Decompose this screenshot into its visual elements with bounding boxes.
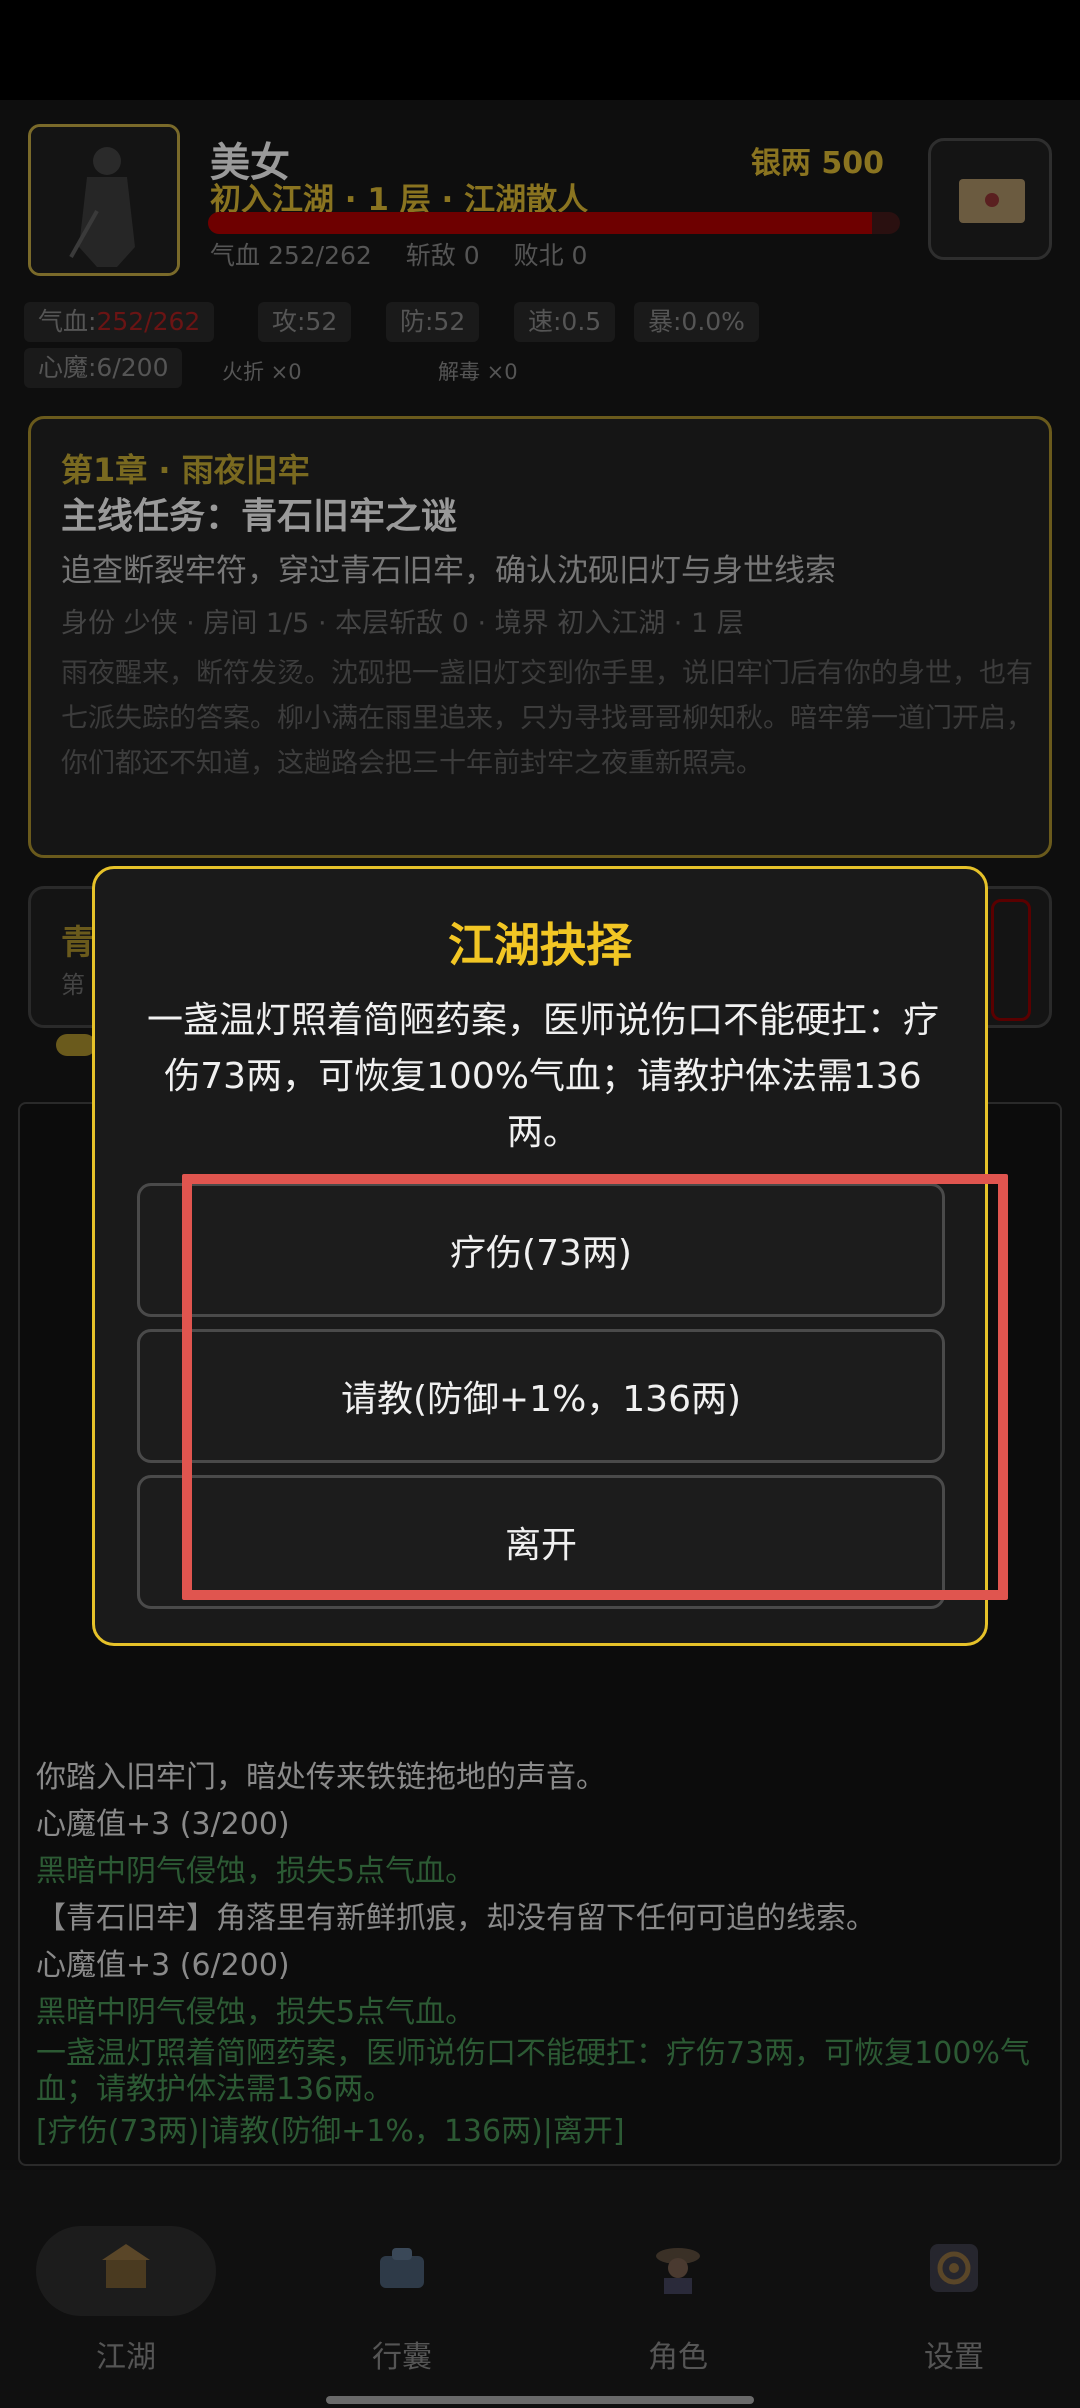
room-progress-bar [56,1034,96,1056]
nav-label-bag: 行囊 [372,2340,432,2375]
learn-defense-button[interactable]: 请教(防御+1%，136两) [137,1329,945,1463]
chip-hp: 气血:252/262 [24,302,215,342]
character-icon [656,2248,700,2294]
silver-count: 银两 500 [750,146,884,181]
main-quest-card: 第1章 · 雨夜旧牢 主线任务：青石旧牢之谜 追查断裂牢符，穿过青石旧牢，确认沈… [28,416,1052,858]
quest-story: 雨夜醒来，断符发烫。沈砚把一盏旧灯交到你手里，说旧牢门后有你的身世，也有七派失踪… [61,658,1033,779]
character-avatar[interactable] [28,124,180,276]
chip-demon: 心魔:6/200 [24,348,183,388]
nav-label-character: 角色 [648,2340,708,2375]
log-line: 一盏温灯照着简陋药案，医师说伤口不能硬扛：疗伤73两，可恢复100%气血；请教护… [36,2036,1030,2107]
jianghu-icon [102,2244,150,2288]
chip-defense: 防:52 [386,302,480,342]
log-line: 你踏入旧牢门，暗处传来铁链拖地的声音。 [36,1760,606,1795]
home-indicator [326,2396,754,2404]
defeats-stat: 败北 0 [513,241,588,270]
dialog-text: 一盏温灯照着简陋药案，医师说伤口不能硬扛：疗伤73两，可恢复100%气血；请教护… [146,1000,939,1153]
log-line: [疗伤(73两)|请教(防御+1%，136两)|离开] [36,2114,625,2149]
chip-crit: 暴:0.0% [634,302,759,342]
choice-dialog: 江湖抉择 一盏温灯照着简陋药案，医师说伤口不能硬扛：疗伤73两，可恢复100%气… [92,866,988,1646]
heal-button[interactable]: 疗伤(73两) [137,1183,945,1317]
chip-attack: 攻:52 [258,302,352,342]
log-line: 黑暗中阴气侵蚀，损失5点气血。 [36,1995,476,2030]
nav-character[interactable]: 角色 [588,2226,768,2376]
nav-jianghu[interactable]: 江湖 [36,2226,216,2376]
player-stats-line: 气血 252/262 斩敌 0 败北 0 [210,236,613,272]
event-log: 你踏入旧牢门，暗处传来铁链拖地的声音。 心魔值+3 (3/200) 黑暗中阴气侵蚀，… [36,1754,1046,2155]
quest-title: 主线任务：青石旧牢之谜 [61,496,458,537]
dialog-title: 江湖抉择 [448,918,632,972]
tag-antidote: 解毒 ×0 [438,360,518,384]
quest-goal: 追查断裂牢符，穿过青石旧牢，确认沈砚旧灯与身世线索 [61,553,836,589]
room-card-sub: 第 [61,971,85,999]
seal-icon [985,193,999,207]
mail-scroll-button[interactable] [928,138,1052,260]
kills-stat: 斩敌 0 [405,241,480,270]
status-bar [0,0,1080,100]
log-line: 黑暗中阴气侵蚀，损失5点气血。 [36,1854,476,1889]
nav-label-jianghu: 江湖 [96,2340,156,2375]
quest-meta: 身份 少侠 · 房间 1/5 · 本层斩敌 0 · 境界 初入江湖 · 1 层 [61,608,744,639]
warrior-portrait-icon [31,127,177,273]
bottom-nav: 江湖 行囊 角色 设置 [0,2170,1080,2408]
room-card-title: 青 [61,923,95,963]
log-line: 心魔值+3 (3/200) [36,1807,290,1842]
settings-icon [930,2244,978,2292]
hp-bar-fill [208,212,873,234]
chip-hp-value: 252/262 [96,307,201,336]
log-line: 心魔值+3 (6/200) [36,1948,290,1983]
tag-fire: 火折 ×0 [222,360,302,384]
bag-icon [380,2248,424,2288]
chip-speed: 速:0.5 [514,302,616,342]
hp-bar [208,212,900,234]
quest-chapter: 第1章 · 雨夜旧牢 [61,451,310,489]
nav-settings[interactable]: 设置 [864,2226,1044,2376]
log-line: 【青石旧牢】角落里有新鲜抓痕，却没有留下任何可追的线索。 [36,1901,876,1936]
chip-hp-label: 气血: [38,307,97,336]
nav-label-settings: 设置 [924,2340,984,2375]
hp-stat: 气血 252/262 [210,241,372,270]
leave-button[interactable]: 离开 [137,1475,945,1609]
nav-bag[interactable]: 行囊 [312,2226,492,2376]
room-card-action[interactable] [991,899,1031,1021]
